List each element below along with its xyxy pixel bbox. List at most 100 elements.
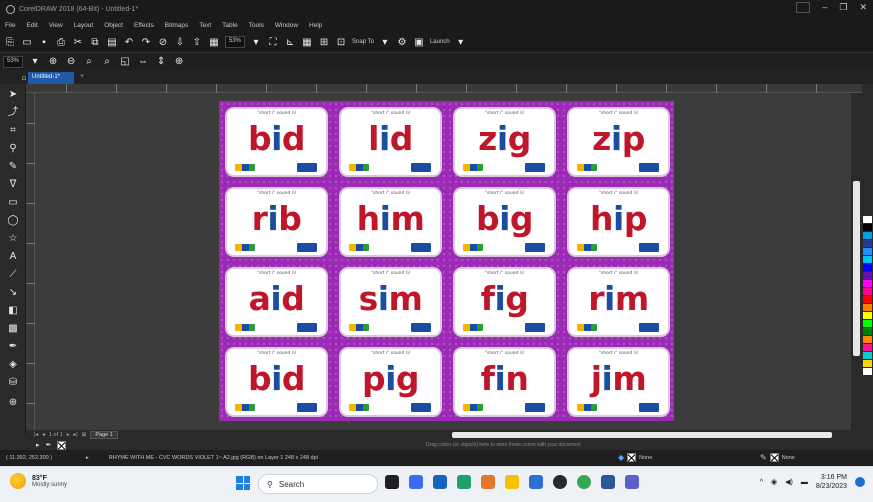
flashcard[interactable]: "short i" sound /i/sim bbox=[339, 267, 442, 337]
first-page-icon[interactable]: |◂ bbox=[34, 432, 38, 438]
zoom-width-icon[interactable]: ⇔ bbox=[137, 56, 149, 68]
color-swatch[interactable] bbox=[863, 224, 872, 231]
color-swatch[interactable] bbox=[863, 344, 872, 351]
transparency-tool-icon[interactable]: ▩ bbox=[6, 322, 20, 336]
eyedropper-icon[interactable]: ✒ bbox=[46, 441, 52, 450]
task-view-icon[interactable] bbox=[385, 475, 399, 489]
polygon-tool-icon[interactable]: ☆ bbox=[6, 232, 20, 246]
export-icon[interactable]: ⇧ bbox=[191, 36, 203, 48]
menu-bitmaps[interactable]: Bitmaps bbox=[165, 22, 188, 29]
connector-tool-icon[interactable]: ↘ bbox=[6, 286, 20, 300]
add-page-icon[interactable]: ⊞ bbox=[82, 432, 87, 438]
zoom-levels-field[interactable]: 53% bbox=[3, 55, 24, 68]
menu-help[interactable]: Help bbox=[309, 22, 322, 29]
flashcard[interactable]: "short i" sound /i/hip bbox=[567, 187, 670, 257]
prev-page-icon[interactable]: ◂ bbox=[42, 432, 45, 438]
teams-icon[interactable] bbox=[625, 475, 639, 489]
taskbar-search[interactable]: ⚲ Search bbox=[258, 474, 378, 494]
file-explorer-icon[interactable] bbox=[505, 475, 519, 489]
next-page-icon[interactable]: ▸ bbox=[67, 432, 70, 438]
search-content-icon[interactable]: ⊘ bbox=[157, 36, 169, 48]
color-swatch[interactable] bbox=[863, 296, 872, 303]
page-tab-1[interactable]: Page 1 bbox=[90, 431, 118, 439]
close-icon[interactable]: ✕ bbox=[859, 2, 867, 13]
menu-tools[interactable]: Tools bbox=[249, 22, 264, 29]
flashcard[interactable]: "short i" sound /i/bid bbox=[225, 107, 328, 177]
zoom-out-icon[interactable]: ⊖ bbox=[65, 56, 77, 68]
no-color-swatch[interactable] bbox=[57, 440, 67, 450]
menu-table[interactable]: Table bbox=[222, 22, 238, 29]
color-swatch[interactable] bbox=[863, 360, 872, 367]
smart-fill-icon[interactable]: ⛁ bbox=[6, 376, 20, 390]
network-icon[interactable]: ◉ bbox=[771, 478, 777, 486]
undo-icon[interactable]: ↶ bbox=[123, 36, 135, 48]
interactive-fill-icon[interactable]: ◈ bbox=[6, 358, 20, 372]
copy-icon[interactable]: ⧉ bbox=[89, 36, 101, 48]
cut-icon[interactable]: ✂ bbox=[72, 36, 84, 48]
vertical-scrollbar[interactable] bbox=[851, 93, 862, 430]
chrome-icon[interactable] bbox=[577, 475, 591, 489]
add-icon[interactable]: ⊕ bbox=[173, 56, 185, 68]
search-icon[interactable] bbox=[796, 2, 811, 13]
color-swatch[interactable] bbox=[863, 368, 872, 375]
volume-icon[interactable]: ◀) bbox=[785, 478, 793, 486]
flashcard[interactable]: "short i" sound /i/bid bbox=[225, 347, 328, 417]
publish-pdf-icon[interactable]: ▦ bbox=[208, 36, 220, 48]
horizontal-scroll-thumb[interactable] bbox=[452, 432, 832, 438]
flashcard[interactable]: "short i" sound /i/jim bbox=[567, 347, 670, 417]
color-swatch[interactable] bbox=[863, 304, 872, 311]
add-tool-icon[interactable]: ⊕ bbox=[6, 396, 20, 410]
menu-edit[interactable]: Edit bbox=[26, 22, 37, 29]
zoom-in-icon[interactable]: ⊕ bbox=[47, 56, 59, 68]
color-swatch[interactable] bbox=[863, 328, 872, 335]
chevron-down-icon[interactable]: ▾ bbox=[29, 56, 41, 68]
zoom-level-field[interactable]: 53% bbox=[225, 36, 246, 48]
battery-icon[interactable]: ▬ bbox=[801, 479, 808, 486]
rulers-icon[interactable]: ⊾ bbox=[284, 36, 296, 48]
ellipse-tool-icon[interactable]: ◯ bbox=[6, 214, 20, 228]
flashcard[interactable]: "short i" sound /i/big bbox=[453, 187, 556, 257]
messenger-icon[interactable] bbox=[529, 475, 543, 489]
restore-icon[interactable]: ❐ bbox=[839, 2, 847, 13]
flashcard[interactable]: "short i" sound /i/aid bbox=[225, 267, 328, 337]
vertical-ruler[interactable] bbox=[26, 93, 35, 430]
color-swatch[interactable] bbox=[863, 352, 872, 359]
menu-effects[interactable]: Effects bbox=[134, 22, 154, 29]
snap-to-label[interactable]: Snap To bbox=[352, 39, 374, 45]
add-tab-icon[interactable]: + bbox=[80, 73, 84, 80]
clock[interactable]: 3:16 PM 8/23/2023 bbox=[816, 473, 847, 491]
play-icon[interactable]: ▸ bbox=[86, 455, 89, 461]
shadow-tool-icon[interactable]: ◧ bbox=[6, 304, 20, 318]
color-swatch[interactable] bbox=[863, 264, 872, 271]
color-swatch[interactable] bbox=[863, 248, 872, 255]
word-icon[interactable] bbox=[601, 475, 615, 489]
eyedropper-tool-icon[interactable]: ✒ bbox=[6, 340, 20, 354]
menu-window[interactable]: Window bbox=[275, 22, 298, 29]
color-swatch[interactable] bbox=[863, 256, 872, 263]
zoom-app-icon[interactable] bbox=[409, 475, 423, 489]
horizontal-scrollbar[interactable] bbox=[446, 430, 851, 440]
menu-view[interactable]: View bbox=[49, 22, 63, 29]
document-page[interactable]: "short i" sound /i/bid "short i" sound /i… bbox=[219, 101, 674, 421]
redo-icon[interactable]: ↷ bbox=[140, 36, 152, 48]
flashcard[interactable]: "short i" sound /i/zip bbox=[567, 107, 670, 177]
paste-icon[interactable]: ▤ bbox=[106, 36, 118, 48]
weather-widget[interactable]: 83°F Mostly sunny bbox=[10, 473, 67, 489]
zoom-page-icon[interactable]: ◱ bbox=[119, 56, 131, 68]
color-swatch[interactable] bbox=[863, 336, 872, 343]
menu-file[interactable]: File bbox=[5, 22, 15, 29]
gear-icon[interactable]: ⚙ bbox=[396, 36, 408, 48]
open-folder-icon[interactable]: ▭ bbox=[21, 36, 33, 48]
import-icon[interactable]: ⇩ bbox=[174, 36, 186, 48]
print-icon[interactable]: ⎙ bbox=[55, 36, 67, 48]
menu-layout[interactable]: Layout bbox=[74, 22, 94, 29]
color-swatch[interactable] bbox=[863, 312, 872, 319]
color-swatch[interactable] bbox=[863, 216, 872, 223]
zoom-tool-icon[interactable]: ⚲ bbox=[6, 142, 20, 156]
grid-icon[interactable]: ▦ bbox=[301, 36, 313, 48]
color-swatch[interactable] bbox=[863, 280, 872, 287]
minimize-icon[interactable]: – bbox=[822, 2, 827, 13]
flashcard[interactable]: "short i" sound /i/lid bbox=[339, 107, 442, 177]
parallel-dimension-icon[interactable]: ⟋ bbox=[6, 268, 20, 282]
color-swatch[interactable] bbox=[863, 272, 872, 279]
